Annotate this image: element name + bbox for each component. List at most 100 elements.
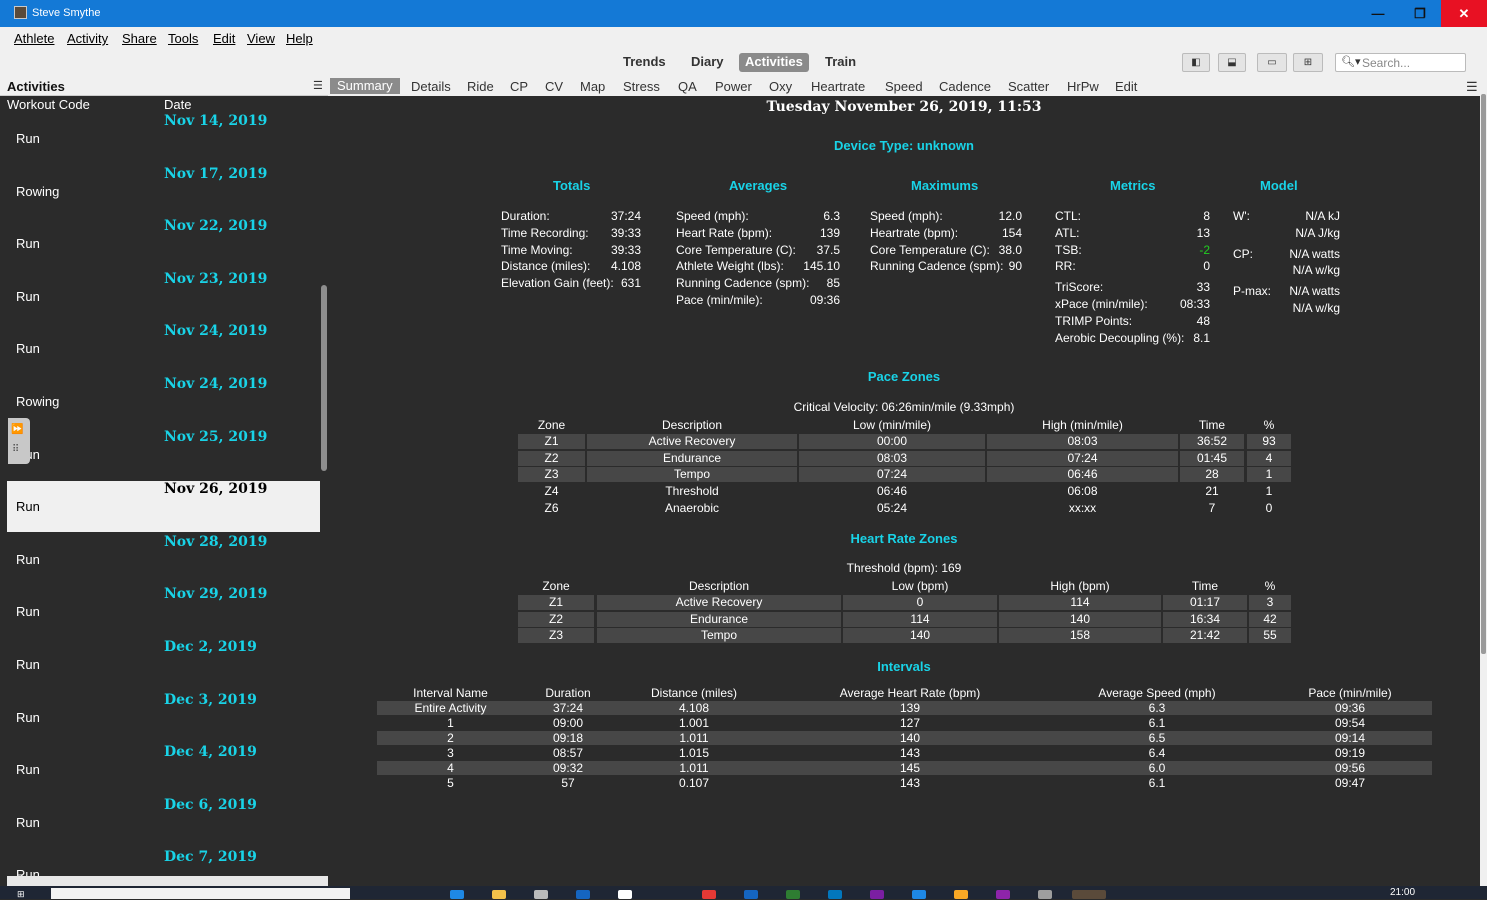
tab-heartrate[interactable]: Heartrate	[811, 79, 865, 94]
interval-cell: 09:18	[552, 731, 584, 745]
tab-menu-icon[interactable]: ☰	[1466, 79, 1478, 95]
excel-icon[interactable]	[786, 890, 800, 899]
activity-type[interactable]: Run	[16, 131, 40, 146]
tab-map[interactable]: Map	[580, 79, 605, 94]
sidebar-menu-icon[interactable]: ☰	[313, 79, 323, 92]
view-activities[interactable]: Activities	[739, 53, 809, 72]
sidebar-scrollbar[interactable]	[321, 285, 327, 471]
tab-qa[interactable]: QA	[678, 79, 697, 94]
maximize-button[interactable]: ❐	[1400, 0, 1440, 27]
column-header-date[interactable]: Date	[164, 97, 191, 112]
tab-edit[interactable]: Edit	[1115, 79, 1137, 94]
tab-details[interactable]: Details	[411, 79, 451, 94]
intervals-header: Pace (min/mile)	[1308, 686, 1392, 700]
hrzones-cell: 0	[843, 595, 997, 610]
vscode-icon[interactable]	[912, 890, 926, 899]
edge-icon[interactable]	[450, 890, 464, 899]
activity-date[interactable]: Nov 26, 2019	[164, 481, 267, 497]
app-icon-13[interactable]	[996, 890, 1010, 899]
menu-view[interactable]: View	[247, 31, 275, 46]
tab-speed[interactable]: Speed	[885, 79, 923, 94]
activity-type[interactable]: Rowing	[16, 394, 59, 409]
app-icon-12[interactable]	[954, 890, 968, 899]
activity-type[interactable]: Rowing	[16, 184, 59, 199]
activity-type[interactable]: Run	[16, 762, 40, 777]
pacezones-cell: 00:00	[799, 434, 985, 449]
close-button[interactable]: ✕	[1441, 0, 1487, 27]
minimize-icon: —	[1371, 6, 1385, 21]
activity-type[interactable]: Run	[16, 710, 40, 725]
activity-date[interactable]: Nov 29, 2019	[164, 586, 267, 602]
interval-cell: 09:00	[552, 716, 584, 730]
taskbar-search-box[interactable]	[51, 888, 350, 899]
activity-date[interactable]: Nov 23, 2019	[164, 271, 267, 287]
activity-date[interactable]: Dec 3, 2019	[164, 692, 257, 708]
minimize-button[interactable]: —	[1358, 0, 1398, 27]
activity-date[interactable]: Dec 7, 2019	[164, 849, 257, 865]
tab-power[interactable]: Power	[715, 79, 752, 94]
windows-start-icon[interactable]: ⊞	[17, 889, 39, 899]
activity-type[interactable]: Run	[16, 236, 40, 251]
main-scrollbar[interactable]	[1481, 94, 1486, 654]
interval-cell: 143	[899, 776, 921, 790]
activity-type[interactable]: Run	[16, 657, 40, 672]
tab-summary[interactable]: Summary	[330, 78, 400, 94]
menu-tools[interactable]: Tools	[168, 31, 198, 46]
activity-date[interactable]: Nov 24, 2019	[164, 376, 267, 392]
outlook-icon[interactable]	[828, 890, 842, 899]
app-icon-14[interactable]	[1038, 890, 1052, 899]
pacezones-cell: 1	[1247, 467, 1291, 483]
activity-list[interactable]: Workout Code Date Nov 14, 2019 Run Nov 17,…	[7, 96, 328, 876]
tab-scatter[interactable]: Scatter	[1008, 79, 1049, 94]
activity-type[interactable]: Run	[16, 552, 40, 567]
tab-oxy[interactable]: Oxy	[769, 79, 792, 94]
column-header-workout-code[interactable]: Workout Code	[7, 97, 90, 112]
activity-type[interactable]: Run	[16, 289, 40, 304]
menu-help[interactable]: Help	[286, 31, 313, 46]
view-train[interactable]: Train	[819, 53, 862, 72]
word-icon[interactable]	[744, 890, 758, 899]
explorer-icon[interactable]	[492, 890, 506, 899]
menu-share[interactable]: Share	[122, 31, 157, 46]
toggle-bottom-panel-button[interactable]: ⬓	[1218, 53, 1246, 72]
activity-type[interactable]: Run	[16, 341, 40, 356]
activity-type[interactable]: Run	[16, 499, 40, 514]
tab-cp[interactable]: CP	[510, 79, 528, 94]
activity-date[interactable]: Nov 24, 2019	[164, 323, 267, 339]
activity-date[interactable]: Nov 28, 2019	[164, 534, 267, 550]
activity-date[interactable]: Dec 4, 2019	[164, 744, 257, 760]
tab-ride[interactable]: Ride	[467, 79, 494, 94]
tab-hrpw[interactable]: HrPw	[1067, 79, 1099, 94]
view-trends[interactable]: Trends	[617, 53, 672, 72]
activity-date[interactable]: Nov 17, 2019	[164, 166, 267, 182]
tile-style-button[interactable]: ⊞	[1293, 53, 1323, 72]
search-input[interactable]: 🔍︎▾ Search...	[1335, 53, 1466, 72]
pacezones-cell: Active Recovery	[587, 434, 797, 449]
view-diary[interactable]: Diary	[685, 53, 730, 72]
tab-stress[interactable]: Stress	[623, 79, 660, 94]
goldencheetah-taskbar-icon[interactable]	[1072, 890, 1106, 899]
toggle-sidebar-button[interactable]: ◧	[1182, 53, 1210, 72]
menu-athlete[interactable]: Athlete	[14, 31, 54, 46]
store-icon[interactable]	[534, 890, 548, 899]
app-icon-5[interactable]	[618, 890, 632, 899]
activity-type[interactable]: Run	[16, 604, 40, 619]
onenote-icon[interactable]	[870, 890, 884, 899]
bottom-panel-icon: ⬓	[1227, 57, 1237, 68]
sidebar-collapse-handle[interactable]: ⏩ ⠿	[8, 418, 30, 464]
activity-date[interactable]: Dec 6, 2019	[164, 797, 257, 813]
activity-type[interactable]: Run	[16, 815, 40, 830]
activity-date[interactable]: Nov 22, 2019	[164, 218, 267, 234]
activity-date[interactable]: Dec 2, 2019	[164, 639, 257, 655]
activity-date[interactable]: Nov 14, 2019	[164, 113, 267, 129]
tab-style-button[interactable]: ▭	[1257, 53, 1287, 72]
menu-edit[interactable]: Edit	[213, 31, 235, 46]
tab-cadence[interactable]: Cadence	[939, 79, 991, 94]
activity-date[interactable]: Nov 25, 2019	[164, 429, 267, 445]
chrome-icon[interactable]	[702, 890, 716, 899]
menu-activity[interactable]: Activity	[67, 31, 108, 46]
activity-type[interactable]: Run	[16, 867, 40, 876]
interval-cell: 09:54	[1334, 716, 1366, 730]
mail-icon[interactable]	[576, 890, 590, 899]
tab-cv[interactable]: CV	[545, 79, 563, 94]
